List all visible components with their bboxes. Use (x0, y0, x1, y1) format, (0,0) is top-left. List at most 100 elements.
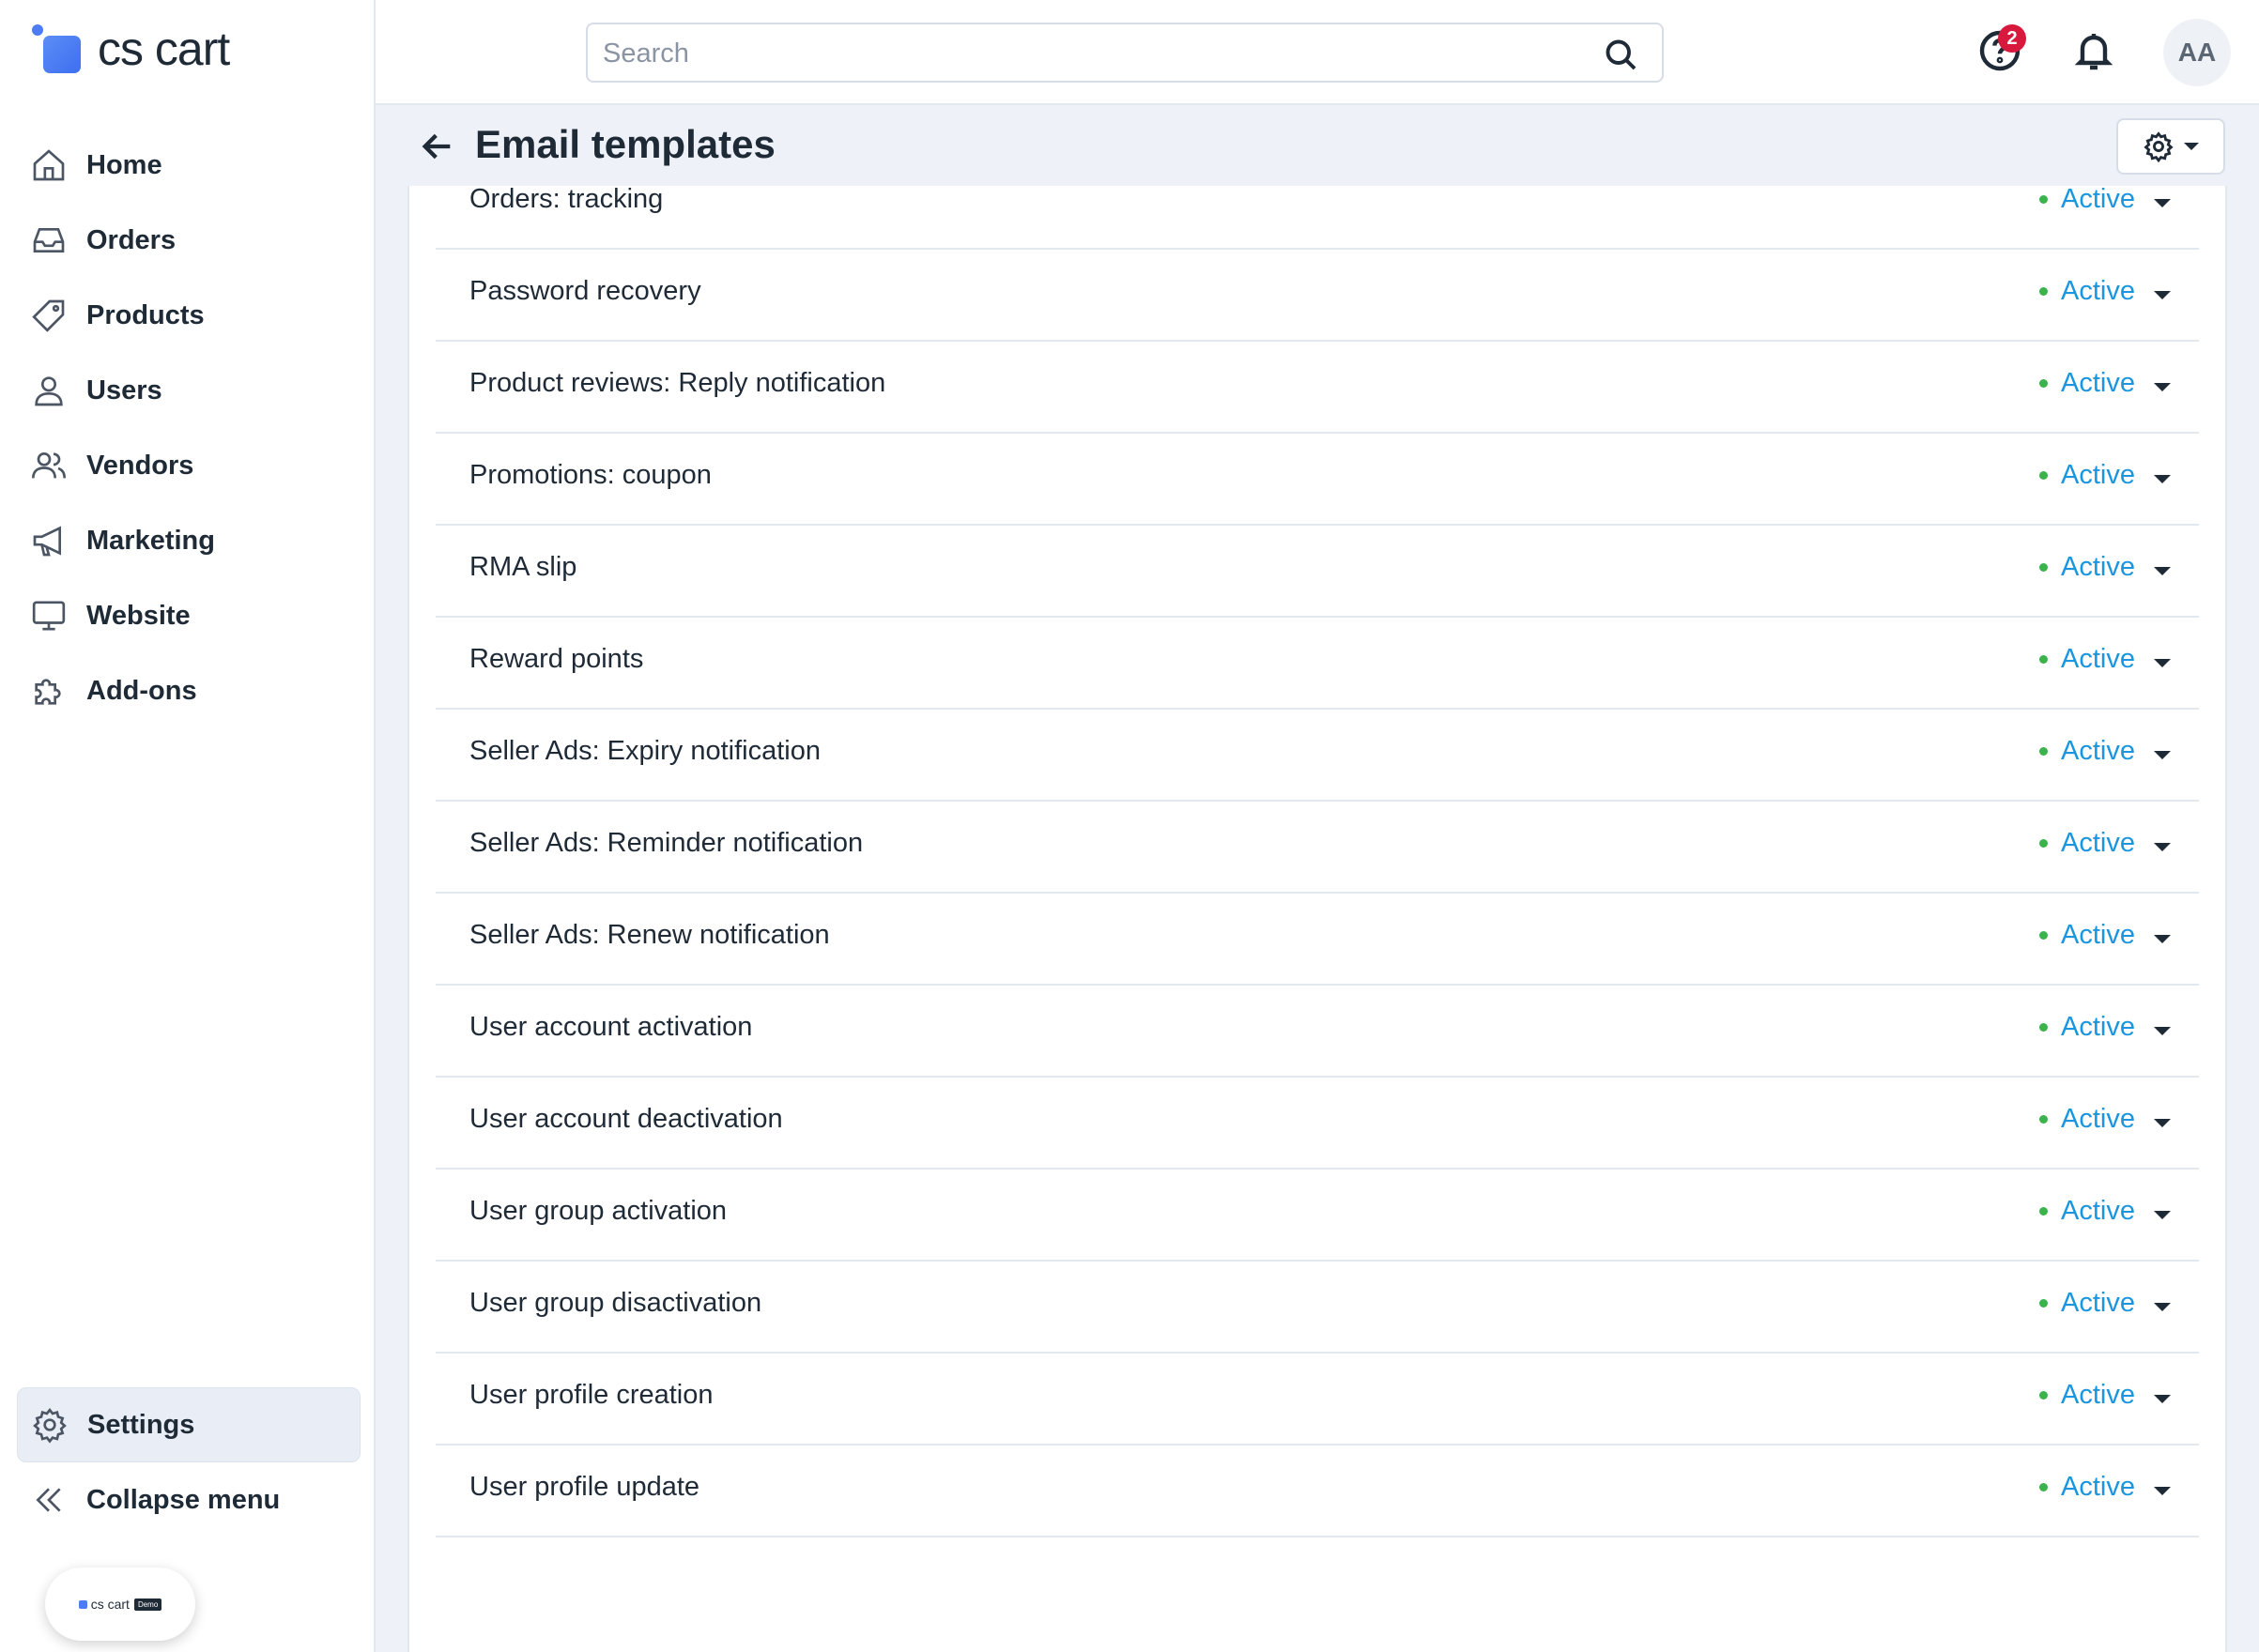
chevron-down-icon[interactable] (2154, 199, 2171, 207)
chevron-down-icon[interactable] (2154, 567, 2171, 575)
sidebar-item-label: Marketing (86, 525, 215, 556)
template-name[interactable]: User group disactivation (469, 1288, 761, 1319)
chevron-down-icon[interactable] (2154, 1487, 2171, 1495)
chevron-down-icon[interactable] (2154, 291, 2171, 299)
search-icon[interactable] (1604, 38, 1637, 71)
sidebar-item-products[interactable]: Products (17, 278, 361, 353)
table-row[interactable]: Password recovery Active (436, 250, 2199, 342)
table-row[interactable]: Product reviews: Reply notification Acti… (436, 342, 2199, 434)
template-name[interactable]: User profile update (469, 1472, 699, 1503)
template-name[interactable]: Promotions: coupon (469, 460, 712, 491)
status-dropdown[interactable]: Active (2039, 1472, 2135, 1503)
sidebar-bottom: Settings Collapse menu (17, 1387, 361, 1537)
status-dot-icon (2039, 839, 2049, 848)
sidebar-item-orders[interactable]: Orders (17, 203, 361, 278)
status-dropdown[interactable]: Active (2039, 828, 2135, 859)
table-row[interactable]: Seller Ads: Reminder notification Active (436, 802, 2199, 894)
template-name[interactable]: RMA slip (469, 552, 576, 583)
status-dropdown[interactable]: Active (2039, 368, 2135, 399)
chevron-down-icon[interactable] (2154, 1119, 2171, 1127)
logo-mark-icon (78, 1599, 87, 1609)
table-row[interactable]: User group disactivation Active (436, 1262, 2199, 1354)
notifications-button[interactable] (2071, 28, 2116, 73)
template-name[interactable]: Seller Ads: Expiry notification (469, 736, 821, 767)
table-row[interactable]: User profile creation Active (436, 1354, 2199, 1446)
status-dropdown[interactable]: Active (2039, 736, 2135, 767)
cs-cart-logo[interactable]: cs cart (32, 23, 230, 75)
sidebar-item-settings[interactable]: Settings (17, 1387, 361, 1462)
back-button[interactable] (419, 128, 456, 165)
table-row[interactable]: Promotions: coupon Active (436, 434, 2199, 526)
status-dot-icon (2039, 655, 2049, 664)
template-name[interactable]: User group activation (469, 1196, 727, 1227)
chevron-down-icon[interactable] (2154, 659, 2171, 667)
sidebar-item-add-ons[interactable]: Add-ons (17, 653, 361, 728)
collapse-menu-button[interactable]: Collapse menu (17, 1462, 361, 1537)
chevron-down-icon[interactable] (2154, 1395, 2171, 1403)
chevron-down-icon[interactable] (2154, 1211, 2171, 1219)
chevron-down-icon[interactable] (2154, 751, 2171, 759)
table-row[interactable]: User profile update Active (436, 1446, 2199, 1537)
status-dropdown[interactable]: Active (2039, 276, 2135, 307)
status-label: Active (2061, 1196, 2135, 1226)
logo-mark-icon (32, 24, 83, 73)
status-dropdown[interactable]: Active (2039, 920, 2135, 951)
status-dot-icon (2039, 747, 2049, 756)
table-row[interactable]: Seller Ads: Renew notification Active (436, 894, 2199, 986)
sidebar-item-home[interactable]: Home (17, 128, 361, 203)
table-row[interactable]: Orders: tracking Active (436, 186, 2199, 250)
collapse-menu-label: Collapse menu (86, 1484, 281, 1515)
search-input[interactable] (601, 24, 1544, 83)
table-row[interactable]: User group activation Active (436, 1170, 2199, 1262)
status-dropdown[interactable]: Active (2039, 1196, 2135, 1227)
status-dropdown[interactable]: Active (2039, 644, 2135, 675)
template-name[interactable]: Reward points (469, 644, 643, 675)
sidebar-item-users[interactable]: Users (17, 353, 361, 428)
chevron-down-icon[interactable] (2154, 1027, 2171, 1035)
template-name[interactable]: Orders: tracking (469, 186, 663, 215)
help-button[interactable]: 2 (1977, 24, 2026, 73)
status-dropdown[interactable]: Active (2039, 1104, 2135, 1135)
template-name[interactable]: User account activation (469, 1012, 752, 1043)
chevron-down-icon[interactable] (2154, 383, 2171, 391)
template-name[interactable]: Product reviews: Reply notification (469, 368, 885, 399)
sidebar-item-label: Orders (86, 224, 177, 255)
table-row[interactable]: Seller Ads: Expiry notification Active (436, 710, 2199, 802)
status-dropdown[interactable]: Active (2039, 460, 2135, 491)
settings-dropdown-button[interactable] (2116, 118, 2225, 175)
template-name[interactable]: Seller Ads: Renew notification (469, 920, 830, 951)
table-row[interactable]: User account deactivation Active (436, 1078, 2199, 1170)
template-name[interactable]: Password recovery (469, 276, 701, 307)
table-row[interactable]: User account activation Active (436, 986, 2199, 1078)
template-name[interactable]: Seller Ads: Reminder notification (469, 828, 863, 859)
status-dropdown[interactable]: Active (2039, 552, 2135, 583)
templates-list: Orders: tracking Active Password recover… (407, 186, 2227, 1652)
template-name[interactable]: User account deactivation (469, 1104, 783, 1135)
status-dropdown[interactable]: Active (2039, 1288, 2135, 1319)
demo-badge[interactable]: cs cart Demo (45, 1568, 195, 1641)
tag-icon (32, 299, 65, 332)
sidebar-nav: Home Orders Products Users Vendors Marke… (17, 128, 361, 728)
chevron-down-icon[interactable] (2154, 475, 2171, 483)
avatar[interactable]: AA (2163, 19, 2231, 86)
status-label: Active (2061, 920, 2135, 950)
chevron-down-icon[interactable] (2154, 1303, 2171, 1311)
table-row[interactable]: Reward points Active (436, 618, 2199, 710)
sidebar-item-label: Add-ons (86, 675, 197, 706)
sidebar-item-vendors[interactable]: Vendors (17, 428, 361, 503)
page-header: Email templates (376, 105, 2259, 186)
status-label: Active (2061, 1012, 2135, 1042)
status-dot-icon (2039, 287, 2049, 296)
sidebar-item-website[interactable]: Website (17, 578, 361, 653)
status-dropdown[interactable]: Active (2039, 186, 2135, 215)
sidebar-item-label: Website (86, 600, 191, 631)
status-label: Active (2061, 368, 2135, 398)
table-row[interactable]: RMA slip Active (436, 526, 2199, 618)
status-dropdown[interactable]: Active (2039, 1012, 2135, 1043)
chevron-down-icon[interactable] (2154, 843, 2171, 851)
chevron-down-icon[interactable] (2154, 935, 2171, 943)
sidebar-item-marketing[interactable]: Marketing (17, 503, 361, 578)
template-name[interactable]: User profile creation (469, 1380, 714, 1411)
status-dot-icon (2039, 931, 2049, 940)
status-dropdown[interactable]: Active (2039, 1380, 2135, 1411)
